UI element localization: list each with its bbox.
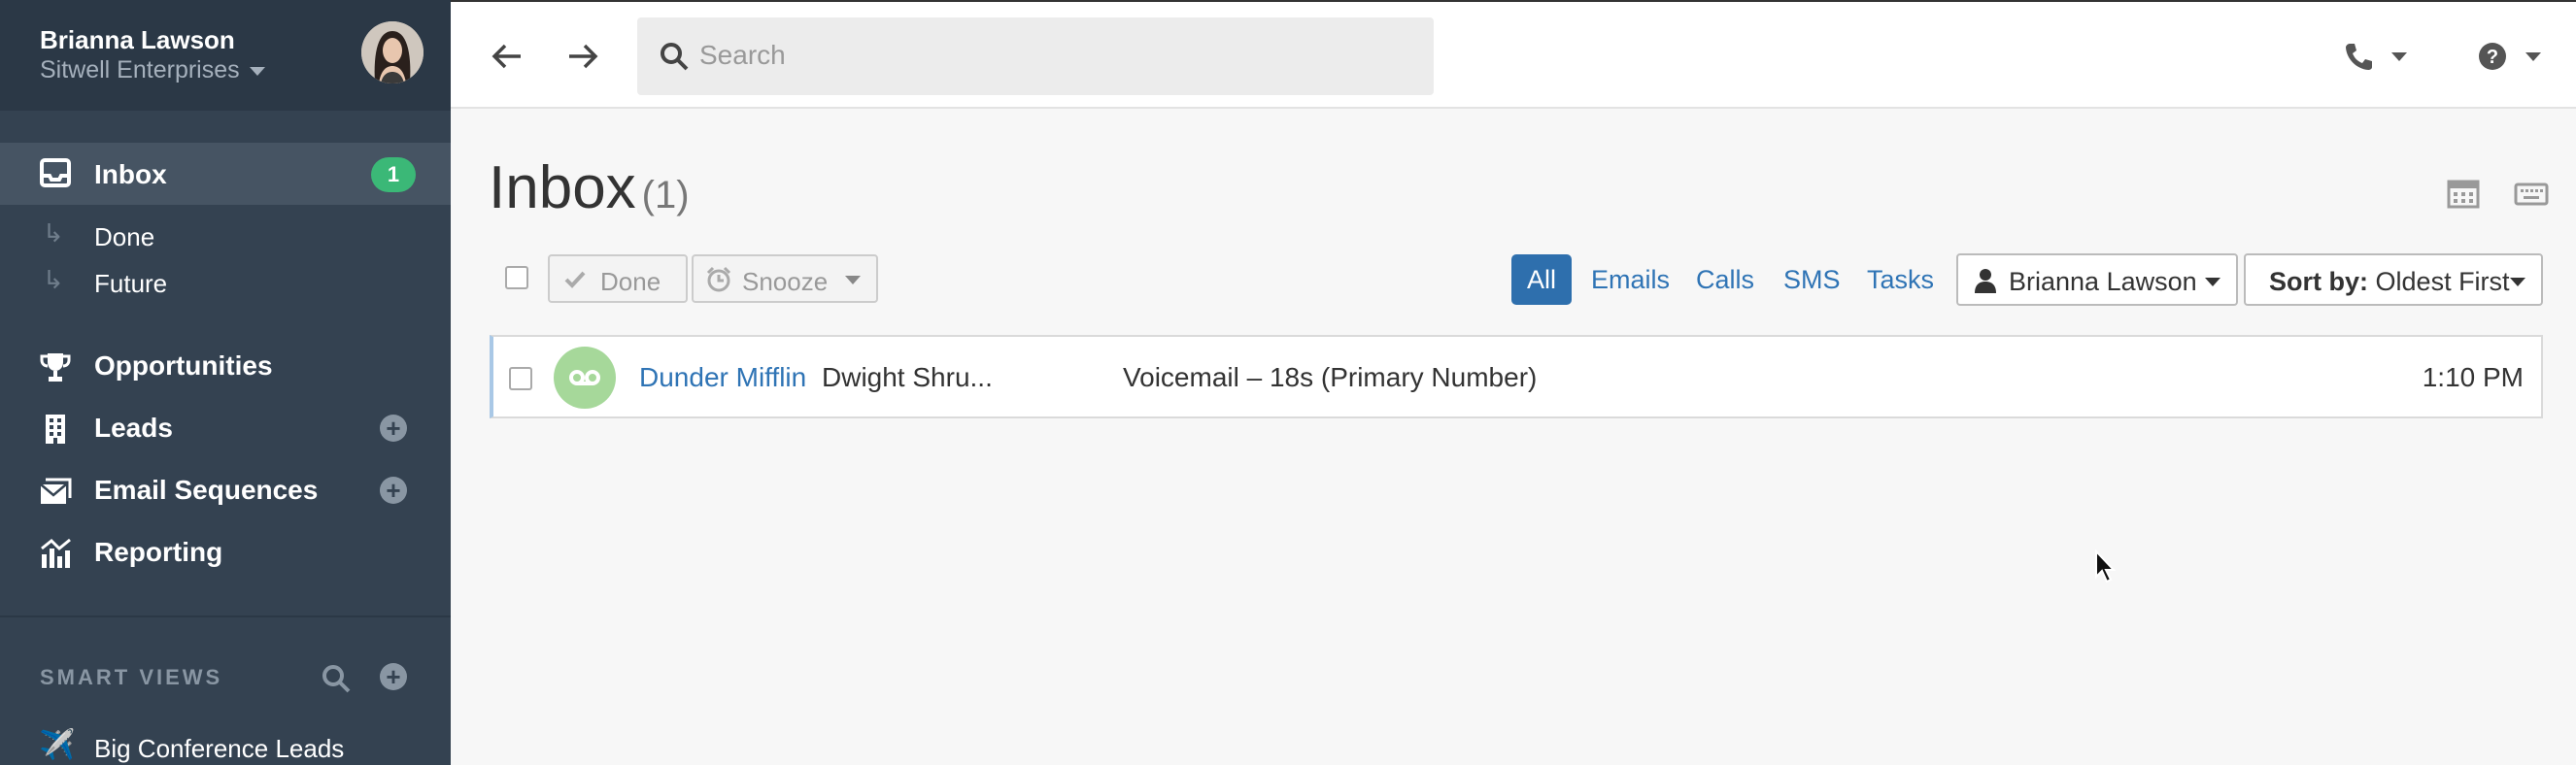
add-sequence-button[interactable]: + bbox=[380, 477, 407, 504]
avatar[interactable] bbox=[361, 21, 424, 83]
sidebar-divider bbox=[0, 615, 451, 617]
trophy-icon bbox=[40, 353, 71, 382]
envelope-stack-icon bbox=[40, 478, 72, 504]
filter-tab-sms[interactable]: SMS bbox=[1783, 254, 1841, 305]
chevron-down-icon bbox=[2391, 52, 2407, 61]
phone-menu-button[interactable] bbox=[2343, 37, 2415, 76]
select-all-checkbox[interactable] bbox=[505, 266, 528, 289]
sidebar-item-label: Inbox bbox=[94, 159, 167, 189]
search-bar[interactable] bbox=[637, 17, 1434, 95]
done-button[interactable]: Done bbox=[548, 254, 688, 303]
voicemail-icon bbox=[554, 347, 616, 409]
calendar-icon[interactable] bbox=[2446, 177, 2481, 210]
filter-tab-tasks[interactable]: Tasks bbox=[1867, 254, 1934, 305]
sidebar-item-opportunities[interactable]: Opportunities bbox=[0, 337, 451, 395]
chevron-down-icon bbox=[845, 276, 861, 284]
keyboard-icon[interactable] bbox=[2514, 177, 2549, 210]
sidebar-item-label: Done bbox=[94, 222, 155, 251]
sidebar-item-label: Email Sequences bbox=[94, 475, 319, 505]
phone-icon bbox=[2346, 44, 2372, 70]
airplane-icon: ✈️ bbox=[39, 729, 76, 761]
filter-tab-emails[interactable]: Emails bbox=[1591, 254, 1670, 305]
chevron-down-icon bbox=[2525, 52, 2541, 61]
smart-views-heading: SMART VIEWS bbox=[40, 665, 223, 689]
filter-tab-all[interactable]: All bbox=[1511, 254, 1573, 305]
activity-description: Voicemail – 18s (Primary Number) bbox=[1123, 362, 1538, 392]
user-filter-dropdown[interactable]: Brianna Lawson bbox=[1956, 253, 2238, 306]
smart-view-label: Big Conference Leads bbox=[94, 734, 345, 763]
sidebar-item-inbox[interactable]: Inbox 1 bbox=[0, 143, 451, 205]
smart-view-item[interactable]: ✈️ Big Conference Leads bbox=[0, 726, 451, 765]
sidebar-item-label: Opportunities bbox=[94, 350, 273, 381]
chevron-down-icon bbox=[2205, 278, 2220, 286]
sidebar-item-future[interactable]: ↳ Future bbox=[0, 261, 451, 304]
alarm-clock-icon bbox=[706, 266, 731, 292]
inbox-row[interactable]: Dunder Mifflin Dwight Shru... Voicemail … bbox=[490, 335, 2543, 418]
row-checkbox[interactable] bbox=[509, 367, 532, 390]
user-name: Brianna Lawson bbox=[40, 25, 235, 54]
inbox-icon bbox=[40, 158, 71, 187]
forward-arrow-icon[interactable] bbox=[561, 35, 604, 78]
sidebar-item-label: Future bbox=[94, 269, 168, 298]
snooze-button[interactable]: Snooze bbox=[692, 254, 878, 303]
inbox-count: (1) bbox=[641, 174, 690, 216]
help-icon: ? bbox=[2479, 43, 2506, 70]
user-icon bbox=[1975, 269, 1996, 293]
sort-dropdown[interactable]: Sort by: Oldest First bbox=[2244, 253, 2543, 306]
chart-icon bbox=[41, 538, 71, 568]
company-link[interactable]: Dunder Mifflin bbox=[639, 362, 806, 393]
sidebar-item-email-sequences[interactable]: Email Sequences + bbox=[0, 461, 451, 519]
help-menu-button[interactable]: ? bbox=[2477, 37, 2549, 76]
sidebar-item-reporting[interactable]: Reporting bbox=[0, 523, 451, 582]
mouse-cursor-icon bbox=[2095, 549, 2117, 583]
topbar: ? bbox=[451, 0, 2576, 109]
chevron-down-icon bbox=[2510, 278, 2525, 286]
page-title: Inbox (1) bbox=[489, 154, 690, 221]
add-smart-view-button[interactable]: + bbox=[380, 663, 407, 690]
activity-time: 1:10 PM bbox=[2422, 362, 2524, 392]
sidebar-item-done[interactable]: ↳ Done bbox=[0, 215, 451, 257]
account-switcher[interactable]: Brianna Lawson Sitwell Enterprises bbox=[0, 0, 451, 111]
filter-tab-calls[interactable]: Calls bbox=[1696, 254, 1754, 305]
contact-name[interactable]: Dwight Shru... bbox=[822, 362, 993, 393]
inbox-count-badge: 1 bbox=[371, 157, 416, 192]
back-arrow-icon[interactable] bbox=[486, 35, 528, 78]
sidebar-item-leads[interactable]: Leads + bbox=[0, 399, 451, 457]
search-icon[interactable] bbox=[321, 663, 352, 694]
building-icon bbox=[46, 415, 65, 444]
chevron-down-icon bbox=[249, 66, 265, 76]
sub-arrow-icon: ↳ bbox=[43, 218, 64, 248]
sidebar-item-label: Reporting bbox=[94, 537, 223, 567]
sort-label: Sort by: bbox=[2269, 267, 2369, 296]
sidebar: Brianna Lawson Sitwell Enterprises Inbox… bbox=[0, 0, 451, 765]
sidebar-item-label: Leads bbox=[94, 413, 173, 443]
org-name[interactable]: Sitwell Enterprises bbox=[40, 56, 265, 84]
search-icon bbox=[661, 43, 689, 71]
svg-text:?: ? bbox=[2487, 47, 2498, 68]
add-lead-button[interactable]: + bbox=[380, 415, 407, 442]
check-icon bbox=[564, 271, 586, 288]
sort-value: Oldest First bbox=[2375, 267, 2510, 296]
search-input[interactable] bbox=[699, 31, 1408, 80]
sub-arrow-icon: ↳ bbox=[43, 265, 64, 294]
